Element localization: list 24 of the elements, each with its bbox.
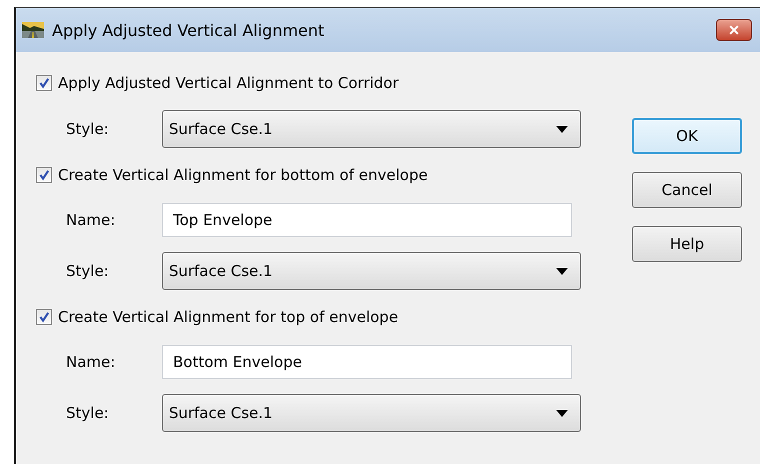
checkbox[interactable] xyxy=(36,309,52,325)
checkbox-label: Create Vertical Alignment for top of envelope xyxy=(58,308,398,326)
window-title: Apply Adjusted Vertical Alignment xyxy=(52,20,326,40)
field-label: Style: xyxy=(66,120,110,138)
field-label: Style: xyxy=(66,404,110,422)
checkbox[interactable] xyxy=(36,167,52,183)
caret-icon xyxy=(556,126,568,132)
checkbox-label: Create Vertical Alignment for bottom of envelope xyxy=(58,166,428,184)
dialog-button[interactable]: Cancel xyxy=(632,172,742,208)
input-field[interactable]: Bottom Envelope xyxy=(162,345,572,379)
dropdown[interactable]: Surface Cse.1 xyxy=(162,110,581,148)
road-icon xyxy=(22,22,44,38)
checkbox-label: Apply Adjusted Vertical Alignment to Corridor xyxy=(58,74,399,92)
field-label: Name: xyxy=(66,353,116,371)
checkbox[interactable] xyxy=(36,75,52,91)
caret-icon xyxy=(556,268,568,274)
caret-icon xyxy=(556,410,568,416)
dialog-button[interactable]: Help xyxy=(632,226,742,262)
field-label: Name: xyxy=(66,211,116,229)
dropdown[interactable]: Surface Cse.1 xyxy=(162,394,581,432)
input-field[interactable]: Top Envelope xyxy=(162,203,572,237)
dialog-button[interactable]: OK xyxy=(632,118,742,154)
dropdown[interactable]: Surface Cse.1 xyxy=(162,252,581,290)
field-label: Style: xyxy=(66,262,110,280)
